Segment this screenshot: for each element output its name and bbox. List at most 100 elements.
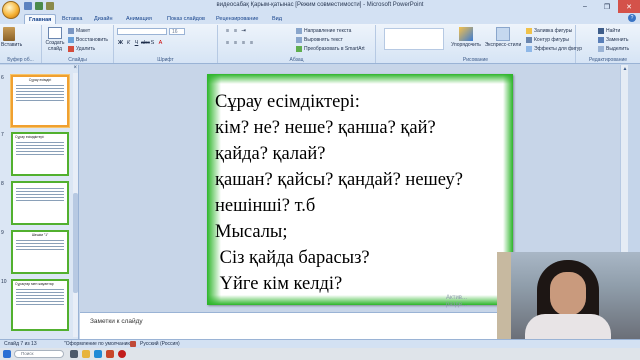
thumb-text-line [16, 142, 64, 143]
slide-line: қайда? қалай? [215, 144, 326, 164]
list-row: ≡ ≡ ⇥ [224, 28, 247, 35]
font-format-row: Ж К Ч abc S A [117, 40, 164, 47]
text-direction-icon [296, 28, 302, 34]
paste-icon [3, 27, 15, 41]
tab-home[interactable]: Главная [24, 14, 57, 24]
tab-animation[interactable]: Анимация [122, 14, 156, 24]
smartart-icon [296, 46, 302, 52]
slide-line: кім? не? неше? қанша? қай? [215, 118, 436, 138]
thumb-text-line [16, 292, 64, 293]
bullets-icon[interactable]: ≡ [224, 28, 231, 35]
thumb-slide: Сұрақтар мен жауаптар [11, 279, 69, 331]
tab-view[interactable]: Вид [268, 14, 286, 24]
delete-button[interactable]: Удалить [68, 46, 95, 52]
tab-slideshow[interactable]: Показ слайдов [163, 14, 209, 24]
replace-label: Заменить [606, 37, 629, 43]
align-right-icon[interactable]: ≡ [240, 40, 247, 47]
shape-effects-button[interactable]: Эффекты для фигур [526, 46, 582, 52]
font-name-combo[interactable] [117, 28, 167, 35]
shapes-gallery[interactable] [384, 28, 444, 50]
help-icon[interactable]: ? [628, 14, 636, 22]
tab-design[interactable]: Дизайн [90, 14, 117, 24]
task-view-icon[interactable] [70, 350, 78, 358]
replace-button[interactable]: Заменить [598, 37, 628, 43]
shadow-icon[interactable]: S [149, 40, 156, 47]
thumb-text-line [16, 298, 64, 299]
align-left-icon[interactable]: ≡ [224, 40, 231, 47]
scroll-thumb[interactable] [73, 193, 78, 293]
grp-label-paragraph: Абзац [289, 57, 304, 63]
paste-button[interactable]: Вставить [1, 27, 22, 48]
text-direction-button[interactable]: Направление текста [296, 28, 351, 34]
thumb-text-line [16, 148, 64, 149]
font-size-combo[interactable]: 16 [169, 28, 185, 35]
current-slide[interactable]: Сұрау есімдіктері: кім? не? неше? қанша?… [207, 74, 513, 305]
taskbar-search[interactable]: Поиск [14, 350, 64, 358]
font-group: 16 Ж К Ч abc S A Шрифт [114, 25, 218, 63]
effects-label: Эффекты для фигур [534, 46, 583, 52]
align-center-icon[interactable]: ≡ [232, 40, 239, 47]
shape-fill-button[interactable]: Заливка фигуры [526, 28, 572, 34]
ribbon-tabs: Главная Вставка Дизайн Анимация Показ сл… [0, 13, 640, 24]
text-direction-label: Направление текста [304, 28, 352, 34]
window-title: видеосабақ Қарым-қатынас [Режим совмести… [216, 2, 424, 8]
reset-label: Восстановить [76, 37, 109, 43]
outline-label: Контур фигуры [534, 37, 569, 43]
arrange-label: Упорядочить [451, 42, 481, 48]
shape-outline-button[interactable]: Контур фигуры [526, 37, 569, 43]
quick-styles-button[interactable]: Экспресс-стили [484, 27, 522, 48]
thumb-text-line [16, 85, 64, 86]
thumb-number: 6 [1, 75, 4, 81]
justify-icon[interactable]: ≡ [248, 40, 255, 47]
powerpoint-icon[interactable] [106, 350, 114, 358]
underline-icon[interactable]: Ч [133, 40, 140, 47]
smartart-button[interactable]: Преобразовать в SmartArt [296, 46, 365, 52]
office-button[interactable] [2, 1, 20, 19]
slide-text-box[interactable]: Сұрау есімдіктері: кім? не? неше? қанша?… [215, 89, 505, 297]
close-button[interactable]: ✕ [618, 0, 640, 13]
strikethrough-icon[interactable]: abc [141, 40, 150, 47]
layout-button[interactable]: Макет [68, 28, 90, 34]
thumb-text-line [16, 197, 64, 198]
start-icon[interactable] [3, 350, 11, 358]
spellcheck-icon[interactable] [130, 341, 136, 347]
thumb-text-line [16, 240, 64, 241]
activation-line-2: разде... [446, 302, 468, 308]
minimize-button[interactable]: – [574, 0, 596, 13]
panel-close-icon[interactable]: × [73, 65, 77, 71]
select-button[interactable]: Выделить [598, 46, 629, 52]
font-color-icon[interactable]: A [157, 40, 164, 47]
tab-review[interactable]: Рецензирование [212, 14, 262, 24]
align-text-button[interactable]: Выровнять текст [296, 37, 343, 43]
thumb-text-line [16, 154, 64, 155]
reset-button[interactable]: Восстановить [68, 37, 108, 43]
smartart-label: Преобразовать в SmartArt [304, 46, 365, 52]
thumb-title: Сұрау есімдігі [28, 78, 52, 82]
slides-panel: × 6 Сұрау есімдігі 7 Сұрау есімдіктері: … [0, 65, 79, 339]
numbering-icon[interactable]: ≡ [232, 28, 239, 35]
new-slide-button[interactable]: Создать слайд [44, 27, 66, 52]
grp-label-editing: Редактирование [588, 57, 628, 63]
outline-icon [526, 37, 532, 43]
scroll-up-icon[interactable]: ▲ [622, 66, 628, 72]
recorder-icon[interactable] [118, 350, 126, 358]
bold-icon[interactable]: Ж [117, 40, 124, 47]
thumb-slide: Сұрау есімдігі [11, 75, 69, 127]
thumb-title: Шешім "1" [31, 233, 49, 237]
language[interactable]: Русский (Россия) [140, 341, 180, 347]
edge-icon[interactable] [94, 350, 102, 358]
indent-icon[interactable]: ⇥ [240, 28, 247, 35]
webcam-body [525, 314, 611, 339]
replace-icon [598, 37, 604, 43]
reset-icon [68, 37, 74, 43]
tab-insert[interactable]: Вставка [58, 14, 86, 24]
explorer-icon[interactable] [82, 350, 90, 358]
thumbnails-scrollbar[interactable] [73, 73, 78, 337]
editing-group: Найти Заменить Выделить Редактирование [576, 25, 640, 63]
maximize-button[interactable]: ❐ [596, 0, 618, 13]
thumb-text-line [16, 191, 64, 192]
align-text-icon [296, 37, 302, 43]
arrange-button[interactable]: Упорядочить [448, 27, 484, 48]
find-button[interactable]: Найти [598, 28, 620, 34]
italic-icon[interactable]: К [125, 40, 132, 47]
